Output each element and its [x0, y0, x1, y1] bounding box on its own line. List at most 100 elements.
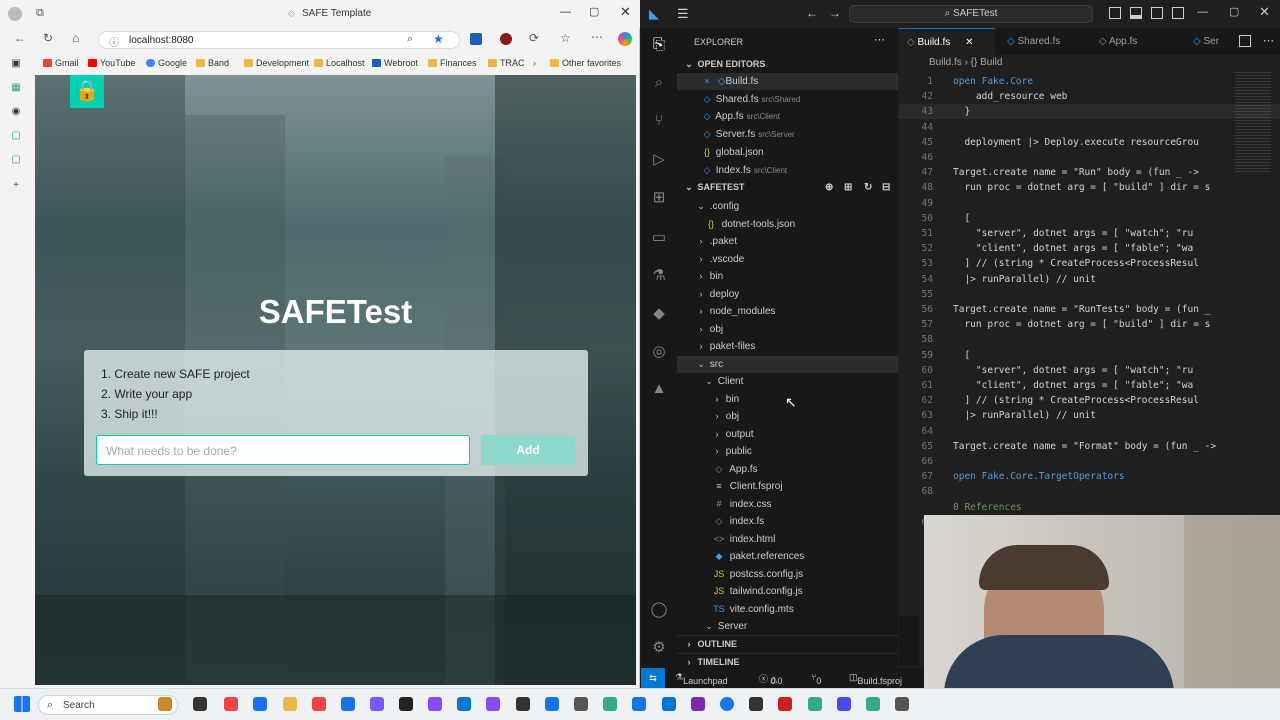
project-header[interactable]: ⌄ SAFETEST ⊕ ⊞ ↻ ⊟ — [677, 179, 898, 196]
open-editor-item[interactable]: {} global.json — [677, 144, 898, 161]
problems-item[interactable]: ⓧ 0 △ 0 — [759, 672, 782, 686]
extension-icon[interactable] — [470, 33, 482, 45]
azure-icon[interactable]: ▲ — [649, 380, 669, 400]
widget-icon[interactable] — [158, 697, 172, 711]
code-line[interactable]: 47 Target.create name = "Run" body = (fun… — [899, 165, 1280, 180]
explorer-more-icon[interactable]: ⋯ — [874, 33, 885, 46]
taskbar-app-icon[interactable] — [370, 697, 384, 711]
tree-item[interactable]: JS tailwind.config.js — [677, 583, 898, 600]
git-icon[interactable]: ◆ — [649, 304, 669, 324]
outline-header[interactable]: › OUTLINE — [677, 635, 898, 652]
tree-item[interactable]: › public — [677, 443, 898, 460]
tree-item[interactable]: JS postcss.config.js — [677, 566, 898, 583]
vs-maximize-icon[interactable]: ▢ — [1229, 5, 1239, 18]
code-line[interactable]: 60 "server", dotnet args = [ "watch"; "r… — [899, 363, 1280, 378]
code-line[interactable]: 44 — [899, 120, 1280, 135]
tree-item[interactable]: › node_modules — [677, 303, 898, 320]
tree-item[interactable]: ⌄ Client — [677, 373, 898, 390]
file-explorer-icon[interactable] — [283, 697, 297, 711]
taskbar-app-icon[interactable] — [895, 697, 909, 711]
tab-actions-icon[interactable]: ▣ — [10, 58, 22, 70]
back-icon[interactable]: ← — [14, 31, 26, 45]
fav-google[interactable]: Google — [146, 58, 187, 68]
code-line[interactable]: 46 — [899, 150, 1280, 165]
vs-close-icon[interactable]: ✕ — [1259, 4, 1270, 20]
code-line[interactable]: 48 run proc = dotnet arg = [ "build" ] d… — [899, 180, 1280, 195]
tree-item[interactable]: › .paket — [677, 233, 898, 250]
tree-item[interactable]: ⌄ .config — [677, 198, 898, 215]
edge-icon[interactable] — [720, 697, 734, 711]
lock-tab-icon[interactable]: ▢ — [10, 130, 22, 142]
taskbar-search[interactable]: ⌕ Search — [38, 695, 178, 715]
tab-server[interactable]: ◇ Ser — [1185, 28, 1229, 55]
copilot-icon[interactable] — [618, 32, 632, 46]
new-file-icon[interactable]: ⊕ — [825, 179, 833, 196]
code-line[interactable]: 57 run proc = dotnet arg = [ "build" ] d… — [899, 317, 1280, 332]
code-line[interactable]: 0 References — [899, 500, 1280, 515]
code-line[interactable]: 50 [ — [899, 211, 1280, 226]
tree-item[interactable]: ⌄ Server — [677, 618, 898, 635]
taskbar-app-icon[interactable] — [808, 697, 822, 711]
open-editors-header[interactable]: ⌄ OPEN EDITORS — [677, 56, 898, 73]
code-line[interactable]: 42 add_resource web — [899, 89, 1280, 104]
fav-webroot[interactable]: Webroot — [372, 58, 418, 68]
code-line[interactable]: 54 |> runParallel) // unit — [899, 272, 1280, 287]
fav-development[interactable]: Development — [244, 58, 309, 68]
windows-start-icon[interactable] — [14, 696, 30, 712]
code-line[interactable]: 67 open Fake.Core.TargetOperators — [899, 469, 1280, 484]
search-view-icon[interactable]: ⌕ — [649, 74, 669, 94]
code-line[interactable]: 1 open Fake.Core — [899, 74, 1280, 89]
favorite-star-icon[interactable]: ★ — [433, 32, 444, 46]
taskbar-app-icon[interactable] — [574, 697, 588, 711]
nav-back-icon[interactable]: ← — [806, 6, 818, 20]
accounts-icon[interactable]: ◯ — [649, 600, 669, 620]
split-editor-icon[interactable] — [1239, 35, 1251, 47]
tree-item[interactable]: ◆ paket.references — [677, 548, 898, 565]
tree-item[interactable]: # index.css — [677, 496, 898, 513]
ionide-icon[interactable]: ◎ — [649, 342, 669, 362]
taskbar-app-icon[interactable] — [749, 697, 763, 711]
code-line[interactable]: 49 — [899, 196, 1280, 211]
nav-forward-icon[interactable]: → — [829, 6, 841, 20]
code-line[interactable]: 55 — [899, 287, 1280, 302]
open-editor-item[interactable]: ◇ Index.fs src\Client — [677, 162, 898, 179]
refresh-icon[interactable]: ↻ — [43, 31, 53, 45]
code-line[interactable]: 61 "client", dotnet args = [ "fable"; "w… — [899, 378, 1280, 393]
fav-youtube[interactable]: YouTube — [88, 58, 135, 68]
tree-item[interactable]: ◇ App.fs — [677, 461, 898, 478]
task-view-icon[interactable] — [193, 697, 207, 711]
open-editor-item[interactable]: ◇ Server.fs src\Server — [677, 126, 898, 143]
vs-minimize-icon[interactable]: — — [1197, 6, 1208, 18]
add-tab-icon[interactable]: + — [10, 180, 22, 192]
minimize-icon[interactable]: — — [560, 6, 571, 18]
info-icon[interactable]: ⓘ — [109, 34, 119, 49]
taskbar-app-icon[interactable] — [341, 697, 355, 711]
new-todo-input[interactable]: What needs to be done? — [96, 435, 470, 465]
outlook-icon[interactable] — [662, 697, 676, 711]
code-line[interactable]: 68 — [899, 484, 1280, 499]
toggle-sidebar-icon[interactable] — [1109, 7, 1121, 19]
toggle-panel-icon[interactable] — [1130, 7, 1142, 19]
visual-studio-icon[interactable] — [486, 697, 500, 711]
new-folder-icon[interactable]: ⊞ — [844, 179, 852, 196]
add-button[interactable]: Add — [481, 435, 575, 465]
open-editor-item[interactable]: ◇ Shared.fs src\Shared — [677, 91, 898, 108]
taskbar-app-icon[interactable] — [866, 697, 880, 711]
collapse-all-icon[interactable]: ⊟ — [882, 179, 890, 196]
tree-item[interactable]: › paket-files — [677, 338, 898, 355]
source-control-icon[interactable]: ⑂ — [649, 112, 669, 132]
tab-build[interactable]: ◇ Build.fs ✕ — [899, 28, 995, 55]
remote-explorer-icon[interactable]: ▭ — [649, 228, 669, 248]
tree-item[interactable]: › obj — [677, 321, 898, 338]
launchpad-item[interactable]: ⚗ Launchpad — [675, 672, 728, 686]
app-grid-icon[interactable]: ▦ — [10, 82, 22, 94]
open-editor-item[interactable]: × ◇Build.fs — [677, 73, 898, 90]
ports-item[interactable]: ⑂ 0 — [811, 672, 821, 686]
github-icon[interactable]: ◉ — [10, 106, 22, 118]
tab-shared[interactable]: ◇ Shared.fs — [999, 28, 1089, 55]
code-line[interactable]: 45 deployment |> Deploy.execute resource… — [899, 135, 1280, 150]
taskbar-app-icon[interactable] — [428, 697, 442, 711]
code-line[interactable]: 52 "client", dotnet args = [ "fable"; "w… — [899, 241, 1280, 256]
minimap[interactable] — [1235, 72, 1271, 172]
lock-tab-active-icon[interactable]: ▢ — [10, 154, 22, 166]
